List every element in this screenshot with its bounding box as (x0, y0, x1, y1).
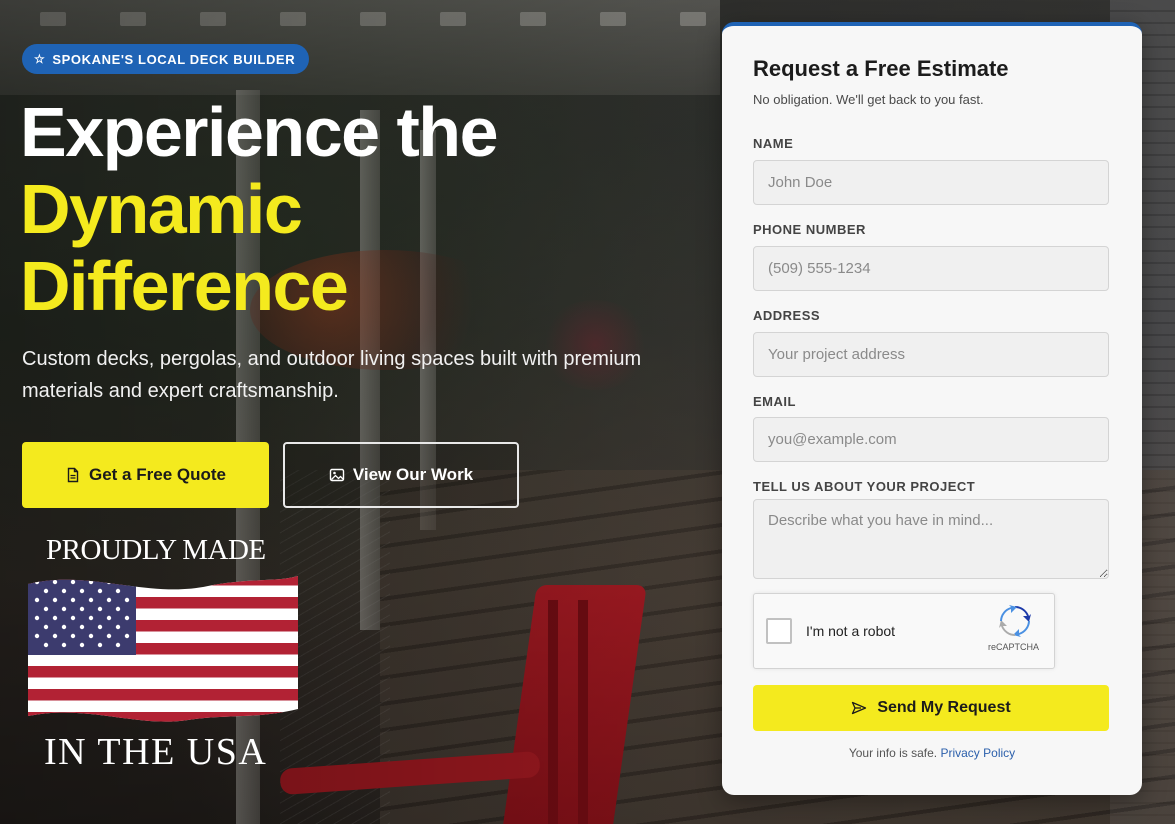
hero-headline: Experience the Dynamic Difference (20, 93, 499, 325)
form-subtitle: No obligation. We'll get back to you fas… (753, 92, 984, 107)
pergola-rafter (200, 12, 226, 26)
american-flag-icon (28, 576, 298, 722)
view-our-work-label: View Our Work (352, 465, 474, 484)
pergola-rafter (680, 12, 706, 26)
hero-subtext: Custom decks, pergolas, and outdoor livi… (22, 348, 642, 402)
image-icon (329, 468, 345, 482)
privacy-note-text: Your info is safe. (848, 746, 938, 760)
pergola-rafter (520, 12, 546, 26)
name-field[interactable] (753, 160, 1109, 205)
badge-label: SPOKANE'S LOCAL DECK BUILDER (52, 51, 296, 67)
phone-label: PHONE NUMBER (753, 222, 866, 237)
usa-emblem-bottom-text: IN THE USA (44, 731, 268, 773)
phone-field[interactable] (753, 246, 1109, 291)
background-red-chair (279, 750, 541, 796)
background-red-chair (548, 600, 558, 824)
headline-line-3: Difference (20, 247, 349, 325)
privacy-note: Your info is safe. Privacy Policy (722, 746, 1142, 760)
view-our-work-button[interactable]: View Our Work (283, 442, 519, 508)
privacy-policy-link[interactable]: Privacy Policy (940, 746, 1015, 760)
background-red-chair (503, 585, 647, 824)
recaptcha-logo-icon (999, 605, 1031, 637)
star-icon: ☆ (34, 52, 46, 66)
recaptcha-label: I'm not a robot (806, 623, 896, 639)
pergola-rafter (280, 12, 306, 26)
recaptcha-checkbox[interactable] (766, 618, 792, 644)
pergola-rafter (120, 12, 146, 26)
usa-emblem-top-text: PROUDLY MADE (46, 534, 266, 566)
pergola-rafter (440, 12, 466, 26)
project-description-field[interactable] (753, 499, 1109, 579)
form-title: Request a Free Estimate (753, 56, 1009, 81)
background-red-chair (578, 600, 588, 824)
location-badge: ☆ SPOKANE'S LOCAL DECK BUILDER (22, 44, 310, 74)
send-request-button[interactable]: Send My Request (753, 685, 1109, 731)
get-free-quote-button[interactable]: Get a Free Quote (22, 442, 269, 508)
made-in-usa-emblem: PROUDLY MADE IN THE USA (28, 534, 303, 774)
send-request-label: Send My Request (877, 699, 1011, 716)
get-free-quote-label: Get a Free Quote (89, 465, 226, 484)
project-label: TELL US ABOUT YOUR PROJECT (753, 479, 976, 494)
headline-line-2: Dynamic (20, 170, 303, 248)
address-field[interactable] (753, 332, 1109, 377)
recaptcha-brand: reCAPTCHA (988, 642, 1040, 652)
document-icon (67, 467, 79, 483)
address-label: ADDRESS (753, 308, 821, 323)
recaptcha-widget: I'm not a robot reCAPTCHA (753, 593, 1055, 669)
pergola-rafter (40, 12, 66, 26)
name-label: NAME (753, 136, 794, 151)
hero-section: ☆ SPOKANE'S LOCAL DECK BUILDER Experienc… (0, 0, 1175, 824)
pergola-rafter (360, 12, 386, 26)
send-icon (852, 701, 867, 715)
headline-line-1: Experience the (20, 93, 499, 171)
pergola-rafter (600, 12, 626, 26)
email-label: EMAIL (753, 394, 796, 409)
email-field[interactable] (753, 417, 1109, 462)
estimate-form-card: Request a Free Estimate No obligation. W… (722, 22, 1142, 795)
